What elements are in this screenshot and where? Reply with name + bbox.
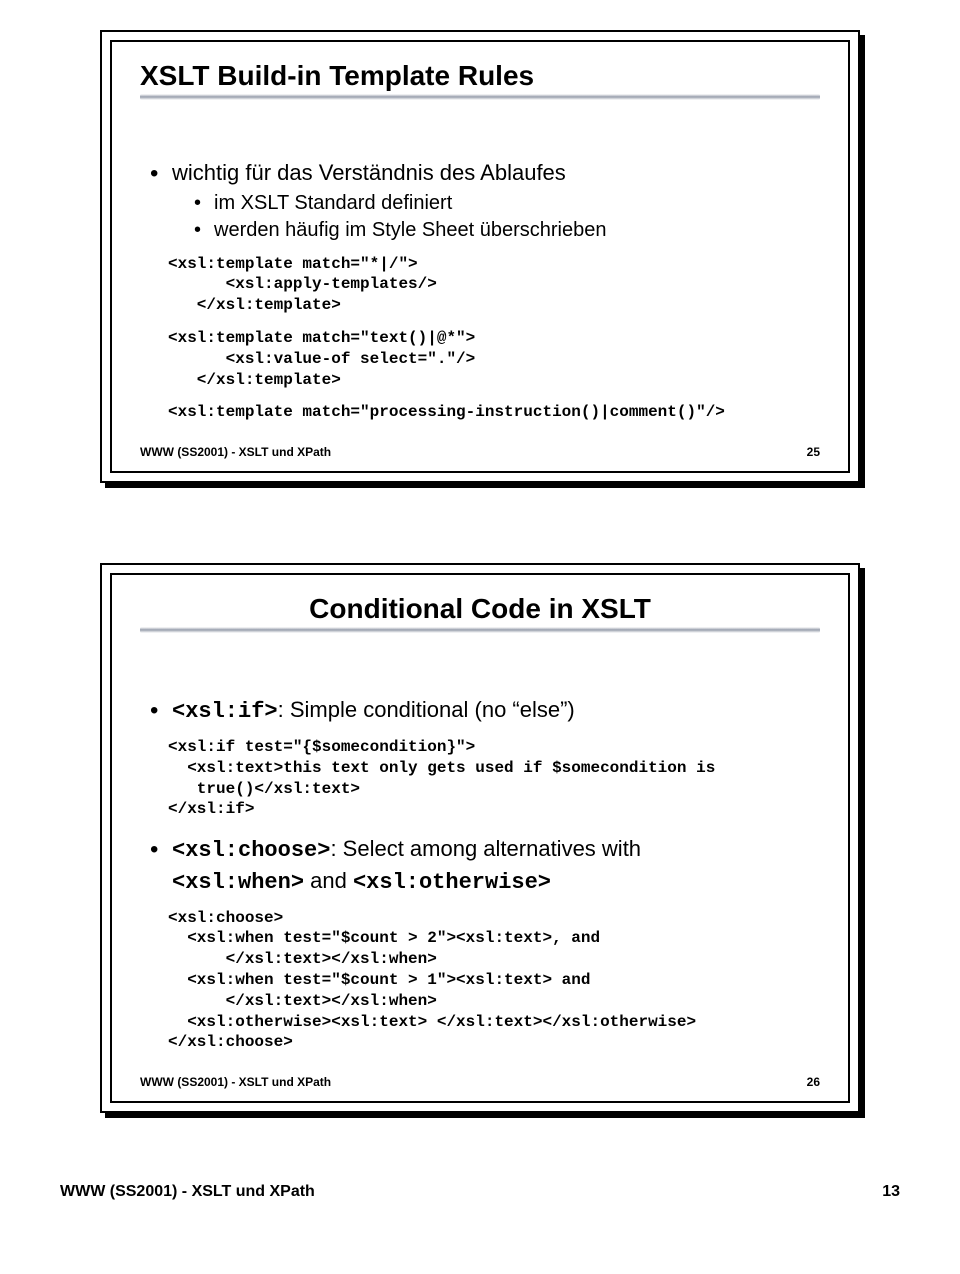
slide-1-footer-text: WWW (SS2001) - XSLT und XPath [140, 445, 331, 459]
slide-1-code-1: <xsl:template match="*|/"> <xsl:apply-te… [168, 254, 820, 316]
bullet-choose: <xsl:choose>: Select among alternatives … [150, 834, 820, 897]
page-footer: WWW (SS2001) - XSLT und XPath 13 [0, 1163, 960, 1221]
page-footer-left: WWW (SS2001) - XSLT und XPath [60, 1183, 315, 1201]
slide-1-content: XSLT Build-in Template Rules wichtig für… [110, 40, 850, 473]
slide-2-bullet-choose: <xsl:choose>: Select among alternatives … [140, 834, 820, 897]
slide-2-footer-text: WWW (SS2001) - XSLT und XPath [140, 1075, 331, 1089]
slide-2-footer: WWW (SS2001) - XSLT und XPath 26 [140, 1075, 820, 1089]
bullet-main-text: wichtig für das Verständnis des Ablaufes [172, 160, 566, 185]
choose-code: <xsl:choose> [172, 838, 330, 863]
slide-1-bullets: wichtig für das Verständnis des Ablaufes… [140, 158, 820, 244]
title-divider [140, 94, 820, 100]
if-text: : Simple conditional (no “else”) [278, 697, 575, 722]
bullet-if: <xsl:if>: Simple conditional (no “else”) [150, 695, 820, 727]
if-code: <xsl:if> [172, 699, 278, 724]
sub-bullets: im XSLT Standard definiert werden häufig… [172, 190, 820, 244]
slide-1-title: XSLT Build-in Template Rules [140, 60, 820, 92]
slide-2: Conditional Code in XSLT <xsl:if>: Simpl… [100, 563, 860, 1113]
and-word: and [304, 868, 353, 893]
sub-bullet-1: im XSLT Standard definiert [194, 190, 820, 217]
slide-1-footer: WWW (SS2001) - XSLT und XPath 25 [140, 445, 820, 459]
slide-1-page-number: 25 [807, 445, 820, 459]
title-divider [140, 627, 820, 633]
slide-2-code-2: <xsl:choose> <xsl:when test="$count > 2"… [168, 908, 820, 1054]
sub-bullet-2: werden häufig im Style Sheet überschrieb… [194, 217, 820, 244]
slide-1-code-3: <xsl:template match="processing-instruct… [168, 402, 820, 423]
choose-text: : Select among alternatives with [330, 836, 641, 861]
slide-2-page-number: 26 [807, 1075, 820, 1089]
slide-2-title: Conditional Code in XSLT [140, 593, 820, 625]
slide-2-bullet-if: <xsl:if>: Simple conditional (no “else”) [140, 695, 820, 727]
page-footer-right: 13 [882, 1183, 900, 1201]
slide-2-code-1: <xsl:if test="{$somecondition}"> <xsl:te… [168, 737, 820, 820]
bullet-main: wichtig für das Verständnis des Ablaufes… [150, 158, 820, 244]
slide-2-content: Conditional Code in XSLT <xsl:if>: Simpl… [110, 573, 850, 1103]
otherwise-code: <xsl:otherwise> [353, 870, 551, 895]
slide-1: XSLT Build-in Template Rules wichtig für… [100, 30, 860, 483]
when-code: <xsl:when> [172, 870, 304, 895]
slide-1-code-2: <xsl:template match="text()|@*"> <xsl:va… [168, 328, 820, 390]
